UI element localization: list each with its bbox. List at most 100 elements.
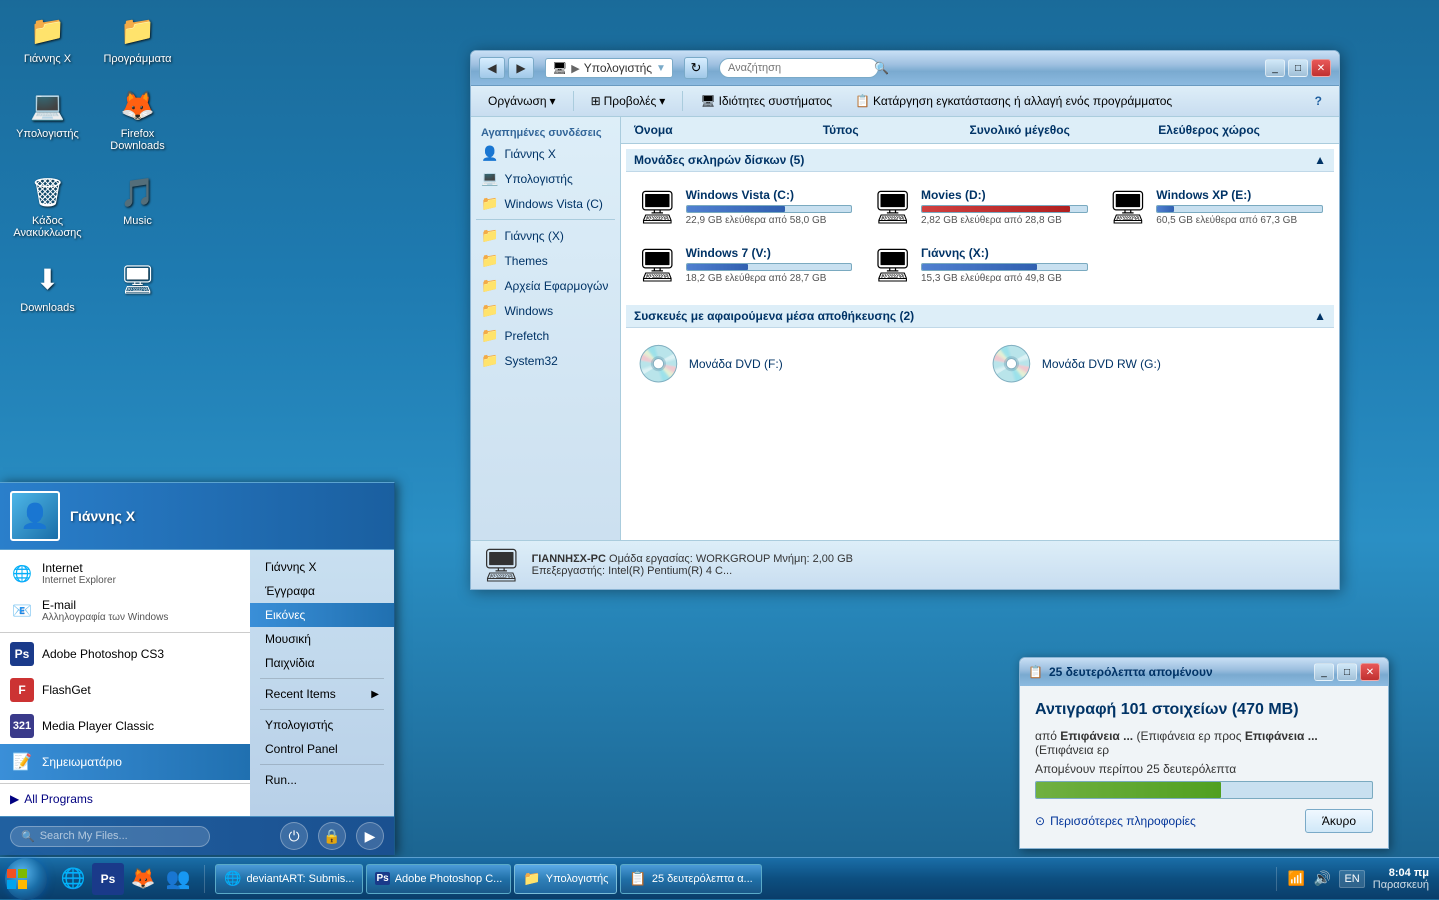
explorer-window: ◀ ▶ 🖥 ▶ Υπολογιστής ▼ ↻ 🔍 _ □ ✕ Οργάνωση: [470, 50, 1340, 590]
desktop-icon-computer[interactable]: 💻 Υπολογιστής: [10, 85, 85, 152]
dropdown-icon: ▾: [659, 94, 665, 108]
tray-clock[interactable]: 8:04 πμ Παρασκευή: [1373, 867, 1429, 891]
start-button[interactable]: [5, 858, 47, 900]
maximize-button[interactable]: □: [1288, 59, 1308, 77]
taskbar-ie-icon[interactable]: 🌐: [57, 863, 89, 895]
sidebar-item-themes[interactable]: 📁 Themes: [471, 248, 620, 273]
hdd-icon: 🖥: [637, 246, 678, 284]
close-button[interactable]: ✕: [1311, 59, 1331, 77]
desktop-icon-firefox[interactable]: 🦊 Firefox Downloads: [100, 85, 175, 152]
sidebar-item-computer[interactable]: 💻 Υπολογιστής: [471, 166, 620, 191]
dialog-close[interactable]: ✕: [1360, 663, 1380, 681]
back-button[interactable]: ◀: [479, 57, 505, 79]
search-input[interactable]: [728, 62, 870, 74]
desktop-icon-downloads[interactable]: ⬇ Downloads: [10, 259, 85, 314]
search-box[interactable]: 🔍: [719, 58, 879, 78]
taskbar-firefox-icon[interactable]: 🦊: [127, 863, 159, 895]
right-menu-images[interactable]: Εικόνες: [250, 603, 394, 627]
tray-volume-icon[interactable]: 🔊: [1313, 870, 1331, 888]
desktop-icon-programs[interactable]: 📁 Προγράμματα: [100, 10, 175, 65]
task-copy-dialog[interactable]: 📋 25 δευτερόλεπτα α...: [620, 864, 761, 894]
start-menu-controls: ⏻ 🔒 ▶: [280, 822, 384, 850]
right-menu-computer[interactable]: Υπολογιστής: [250, 713, 394, 737]
col-name[interactable]: Όνομα: [626, 120, 810, 140]
help-button[interactable]: ?: [1306, 90, 1331, 112]
menu-item-sublabel: Internet Explorer: [42, 575, 116, 586]
drive-win7-v[interactable]: 🖥 Windows 7 (V:) 18,2 GB ελεύθερα από 28…: [631, 240, 858, 290]
sidebar-item-windows[interactable]: 📁 Windows: [471, 298, 620, 323]
uninstall-button[interactable]: 📋 Κατάργηση εγκατάστασης ή αλλαγή ενός π…: [846, 90, 1181, 112]
copy-footer: ⊙ Περισσότερες πληροφορίες Άκυρο: [1035, 809, 1373, 833]
taskbar-users-icon[interactable]: 👥: [162, 863, 194, 895]
sidebar-label: Prefetch: [504, 329, 549, 343]
col-type[interactable]: Τύπος: [815, 120, 957, 140]
tray-network-icon[interactable]: 📶: [1287, 870, 1305, 888]
right-menu-label: Παιχνίδια: [265, 656, 315, 670]
right-menu-run[interactable]: Run...: [250, 768, 394, 792]
dvd-drive-f[interactable]: 💿 Μονάδα DVD (F:): [631, 338, 976, 390]
col-size[interactable]: Συνολικό μέγεθος: [962, 120, 1146, 140]
desktop-icon-recycle[interactable]: 🗑 Κάδος Ανακύκλωσης: [10, 172, 85, 239]
drive-size: 15,3 GB ελεύθερα από 49,8 GB: [921, 273, 1088, 284]
menu-item-flashget[interactable]: F FlashGet: [0, 672, 250, 708]
right-menu-yiannis[interactable]: Γιάννης Χ: [250, 555, 394, 579]
address-bar[interactable]: 🖥 ▶ Υπολογιστής ▼: [545, 58, 673, 78]
hdd-icon: 🖥: [872, 246, 913, 284]
right-menu-music[interactable]: Μουσική: [250, 627, 394, 651]
dialog-maximize[interactable]: □: [1337, 663, 1357, 681]
desktop-icon-yiannis[interactable]: 📁 Γιάννης Χ: [10, 10, 85, 65]
arrow-button[interactable]: ▶: [356, 822, 384, 850]
task-icon: Ps: [375, 872, 389, 885]
all-programs-link[interactable]: ▶ All Programs: [0, 787, 250, 811]
drive-movies-d[interactable]: 🖥 Movies (D:) 2,82 GB ελεύθερα από 28,8 …: [866, 182, 1093, 232]
dialog-controls: _ □ ✕: [1314, 663, 1380, 681]
drive-vista-c[interactable]: 🖥 Windows Vista (C:) 22,9 GB ελεύθερα απ…: [631, 182, 858, 232]
dialog-minimize[interactable]: _: [1314, 663, 1334, 681]
sidebar-item-prefetch[interactable]: 📁 Prefetch: [471, 323, 620, 348]
forward-button[interactable]: ▶: [508, 57, 534, 79]
right-menu-divider: [260, 678, 384, 679]
system-tray: 📶 🔊 EN 8:04 πμ Παρασκευή: [1276, 867, 1439, 891]
menu-item-internet[interactable]: 🌐 Internet Internet Explorer: [0, 555, 250, 592]
system-properties-button[interactable]: 🖥 Ιδιότητες συστήματος: [691, 90, 841, 112]
right-menu-control-panel[interactable]: Control Panel: [250, 737, 394, 761]
desktop-icon-music[interactable]: 🎵 Music: [100, 172, 175, 239]
menu-item-media-player[interactable]: 321 Media Player Classic: [0, 708, 250, 744]
col-free[interactable]: Ελεύθερος χώρος: [1150, 120, 1334, 140]
explorer-body: Αγαπημένες συνδέσεις 👤 Γιάννης Χ 💻 Υπολο…: [471, 117, 1339, 540]
organize-button[interactable]: Οργάνωση ▾: [479, 90, 565, 112]
right-menu-recent[interactable]: Recent Items ▶: [250, 682, 394, 706]
task-computer[interactable]: 📁 Υπολογιστής: [514, 864, 617, 894]
task-photoshop[interactable]: Ps Adobe Photoshop C...: [366, 864, 511, 894]
taskbar-ps-icon[interactable]: Ps: [92, 863, 124, 895]
dvd-drive-g[interactable]: 💿 Μονάδα DVD RW (G:): [984, 338, 1329, 390]
cancel-button[interactable]: Άκυρο: [1305, 809, 1373, 833]
refresh-button[interactable]: ↻: [684, 57, 708, 79]
power-button[interactable]: ⏻: [280, 822, 308, 850]
sidebar-item-yiannis-x[interactable]: 📁 Γιάννης (Χ): [471, 223, 620, 248]
menu-item-notepad[interactable]: 📝 Σημειωματάριο: [0, 744, 250, 780]
task-deviantart[interactable]: 🌐 deviantART: Submis...: [215, 864, 363, 894]
collapse-icon[interactable]: ▲: [1314, 309, 1326, 323]
start-menu-search[interactable]: 🔍 Search My Files...: [10, 826, 210, 847]
email-icon: 📧: [10, 599, 34, 623]
sidebar-item-yiannis[interactable]: 👤 Γιάννης Χ: [471, 141, 620, 166]
sidebar-item-system32[interactable]: 📁 System32: [471, 348, 620, 373]
tray-language[interactable]: EN: [1339, 870, 1364, 888]
drive-winxp-e[interactable]: 🖥 Windows XP (E:) 60,5 GB ελεύθερα από 6…: [1102, 182, 1329, 232]
lock-button[interactable]: 🔒: [318, 822, 346, 850]
right-menu-games[interactable]: Παιχνίδια: [250, 651, 394, 675]
drive-yiannis-x[interactable]: 🖥 Γιάννης (Χ:) 15,3 GB ελεύθερα από 49,8…: [866, 240, 1093, 290]
collapse-icon[interactable]: ▲: [1314, 153, 1326, 167]
sidebar-item-vista[interactable]: 📁 Windows Vista (C): [471, 191, 620, 216]
menu-item-email[interactable]: 📧 E-mail Αλληλογραφία των Windows: [0, 592, 250, 629]
right-menu-documents[interactable]: Έγγραφα: [250, 579, 394, 603]
sidebar-label: Windows: [504, 304, 553, 318]
desktop-icon-network[interactable]: 🖥: [100, 259, 175, 314]
more-info-button[interactable]: ⊙ Περισσότερες πληροφορίες: [1035, 814, 1196, 828]
views-button[interactable]: ⊞ Προβολές ▾: [582, 90, 675, 112]
address-dropdown-icon: ▼: [656, 63, 666, 74]
menu-item-photoshop[interactable]: Ps Adobe Photoshop CS3: [0, 636, 250, 672]
minimize-button[interactable]: _: [1265, 59, 1285, 77]
sidebar-item-appfiles[interactable]: 📁 Αρχεία Εφαρμογών: [471, 273, 620, 298]
